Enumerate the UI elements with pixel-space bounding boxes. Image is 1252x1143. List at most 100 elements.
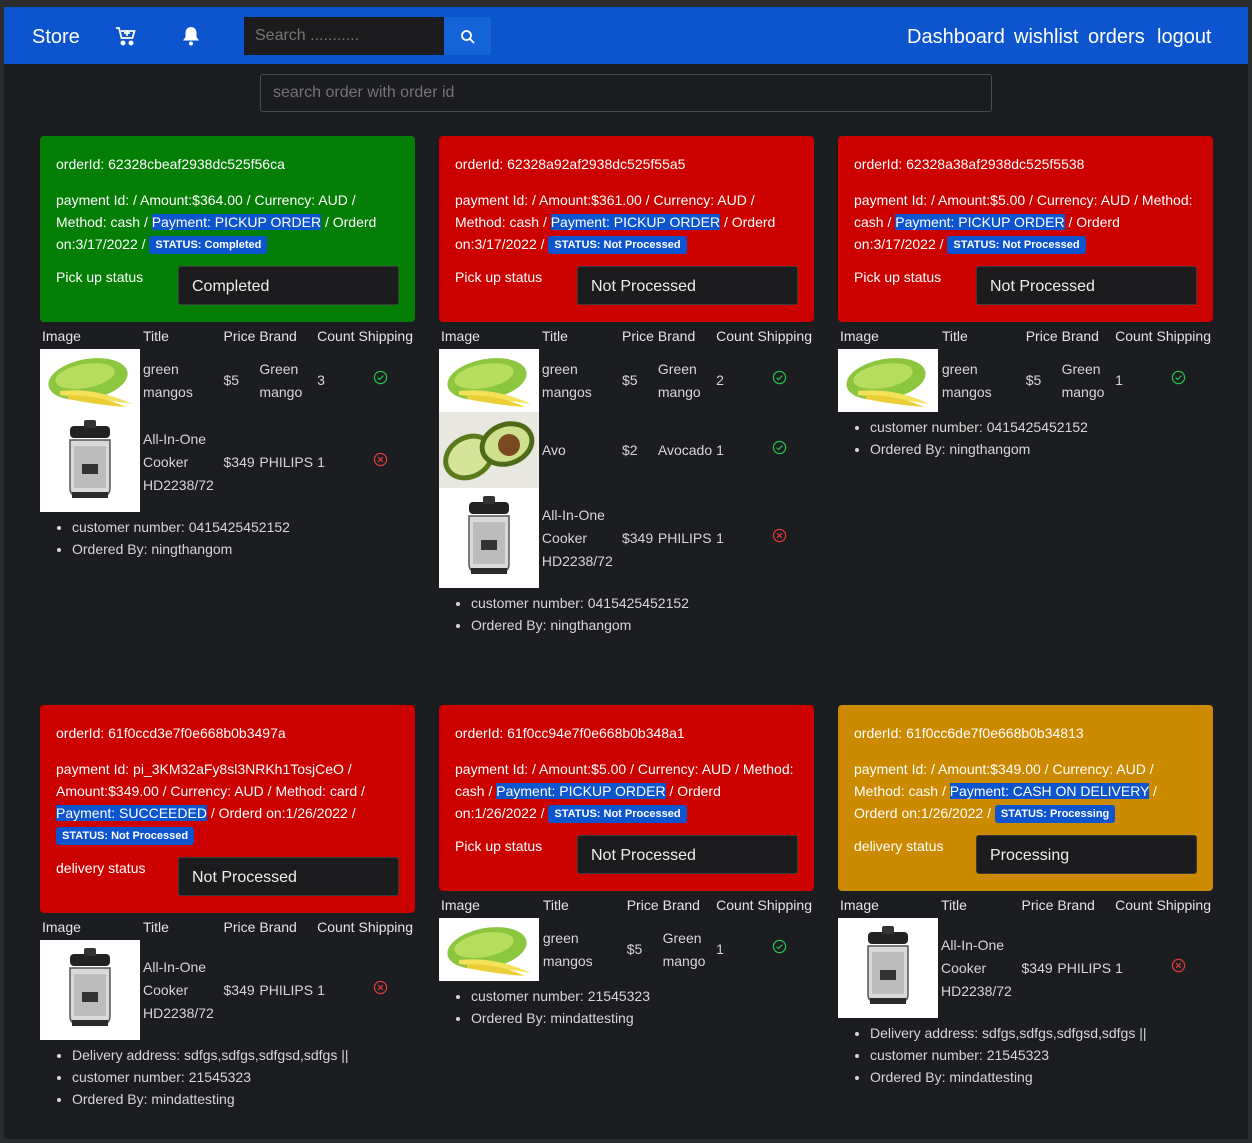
item-image-cell [439, 412, 540, 488]
order-info-list: customer number: 0415425452152Ordered By… [72, 516, 415, 560]
payment-method-highlight: Payment: PICKUP ORDER [550, 214, 721, 230]
status-select[interactable]: Not Processed [178, 857, 399, 896]
table-row: All-In-One Cooker HD2238/72 $349 PHILIPS 1 [838, 918, 1213, 1018]
table-header-image: Image [840, 896, 879, 913]
nav-wishlist[interactable]: wishlist [1014, 26, 1078, 49]
item-price: $349 [1021, 959, 1053, 976]
table-header-title: Title [541, 327, 568, 344]
item-count: 1 [317, 453, 325, 470]
table-header-count: Count [317, 327, 355, 344]
item-price: $5 [626, 941, 643, 957]
table-row: green mangos $5 Green mango 3 [40, 349, 415, 412]
status-badge: STATUS: Processing [994, 805, 1116, 824]
table-header-price: Price [621, 327, 654, 344]
item-title: All-In-One Cooker HD2238/72 [143, 958, 214, 1021]
table-header-count: Count [716, 327, 754, 344]
order-card: orderId: 62328cbeaf2938dc525f56ca payment… [40, 136, 415, 322]
payment-method-highlight: Payment: PICKUP ORDER [151, 214, 322, 230]
list-item: customer number: 21545323 [72, 1066, 415, 1088]
status-badge: STATUS: Completed [149, 236, 268, 255]
status-label: Pick up status [854, 269, 942, 285]
item-shipping [357, 412, 416, 512]
x-circle-icon [373, 452, 387, 466]
payment-details: payment Id: pi_3KM32aFy8sl3NRKh1TosjCeO … [56, 761, 365, 799]
order-items-table: Image Title Price Brand Count Shipping green m… [439, 322, 814, 588]
status-label: Pick up status [56, 269, 144, 285]
status-badge: STATUS: Not Processed [548, 805, 687, 824]
nav-logout[interactable]: logout [1157, 26, 1212, 49]
list-item: Delivery address: sdfgs,sdfgs,sdfgsd,sdf… [870, 1022, 1213, 1044]
item-count: 2 [716, 372, 724, 388]
list-item: customer number: 0415425452152 [471, 592, 814, 614]
order-block: orderId: 62328a92af2938dc525f55a5 payment… [439, 136, 814, 636]
item-shipping [1155, 918, 1214, 1018]
search-button[interactable] [444, 17, 491, 55]
table-header-price: Price [1025, 327, 1058, 344]
list-item: customer number: 21545323 [870, 1044, 1213, 1066]
table-header-shipping: Shipping [358, 327, 414, 344]
item-count: 3 [317, 372, 325, 388]
order-id: orderId: 62328a92af2938dc525f55a5 [455, 156, 686, 172]
nav-orders[interactable]: orders [1088, 26, 1145, 49]
search-input[interactable] [244, 17, 444, 55]
item-image-cell [838, 349, 940, 412]
list-item: Ordered By: ningthangom [471, 614, 814, 636]
list-item: Ordered By: mindattesting [471, 1007, 814, 1029]
table-header-brand: Brand [1061, 327, 1099, 344]
cart-icon[interactable] [114, 24, 138, 48]
order-card: orderId: 62328a92af2938dc525f55a5 payment… [439, 136, 814, 322]
order-block: orderId: 61f0ccd3e7f0e668b0b3497a payment… [40, 705, 415, 1110]
nav-dashboard[interactable]: Dashboard [907, 26, 1005, 49]
table-header-image: Image [42, 327, 81, 344]
item-brand: Green mango [259, 360, 303, 400]
table-header-shipping: Shipping [1156, 327, 1212, 344]
table-header-brand: Brand [259, 327, 297, 344]
item-price: $349 [223, 981, 255, 998]
order-block: orderId: 62328cbeaf2938dc525f56ca payment… [40, 136, 415, 560]
table-row: green mangos $5 Green mango 1 [439, 918, 814, 981]
item-shipping [357, 349, 416, 412]
table-row: green mangos $5 Green mango 1 [838, 349, 1213, 412]
bell-icon[interactable] [179, 24, 203, 48]
item-count: 1 [1115, 372, 1123, 388]
status-select[interactable]: Not Processed [577, 835, 798, 874]
table-header-title: Title [542, 896, 569, 913]
status-select[interactable]: Processing [976, 835, 1197, 874]
order-info-list: customer number: 0415425452152Ordered By… [870, 416, 1213, 460]
table-row: All-In-One Cooker HD2238/72 $349 PHILIPS 1 [40, 412, 415, 512]
table-header-count: Count [317, 918, 355, 935]
item-count: 1 [317, 981, 325, 998]
table-header-shipping: Shipping [358, 918, 414, 935]
item-brand: Green mango [662, 929, 706, 969]
store-link[interactable]: Store [32, 26, 80, 49]
order-card: orderId: 61f0cc6de7f0e668b0b34813 payment… [838, 705, 1213, 891]
payment-method-highlight: Payment: CASH ON DELIVERY [949, 783, 1150, 799]
order-id: orderId: 61f0cc6de7f0e668b0b34813 [854, 725, 1084, 741]
list-item: Ordered By: ningthangom [72, 538, 415, 560]
item-title: All-In-One Cooker HD2238/72 [143, 430, 214, 493]
table-header-title: Title [143, 918, 169, 935]
order-items-table: Image Title Price Brand Count Shipping green m… [439, 891, 814, 981]
status-select[interactable]: Not Processed [577, 266, 798, 305]
item-shipping [756, 412, 815, 488]
status-badge: STATUS: Not Processed [56, 827, 195, 846]
item-shipping [357, 940, 416, 1040]
item-title: green mangos [941, 360, 992, 400]
order-search-input[interactable] [260, 74, 992, 112]
payment-method-highlight: Payment: PICKUP ORDER [895, 214, 1065, 230]
item-brand: PHILIPS [259, 981, 314, 998]
product-image-cooker [40, 412, 140, 512]
status-select[interactable]: Completed [178, 266, 399, 305]
check-circle-icon [373, 370, 387, 385]
check-circle-icon [772, 370, 786, 385]
status-row: Pick up status Not Processed [455, 835, 798, 875]
item-price: $349 [223, 453, 255, 470]
item-title: green mangos [541, 360, 592, 400]
order-card: orderId: 62328a38af2938dc525f5538 payment… [838, 136, 1213, 322]
item-title: green mangos [542, 929, 593, 969]
table-header-image: Image [441, 896, 480, 913]
list-item: Ordered By: mindattesting [72, 1088, 415, 1110]
payment-info: payment Id: / Amount:$349.00 / Currency:… [854, 758, 1197, 824]
status-row: delivery status Processing [854, 835, 1197, 875]
status-select[interactable]: Not Processed [976, 266, 1197, 305]
